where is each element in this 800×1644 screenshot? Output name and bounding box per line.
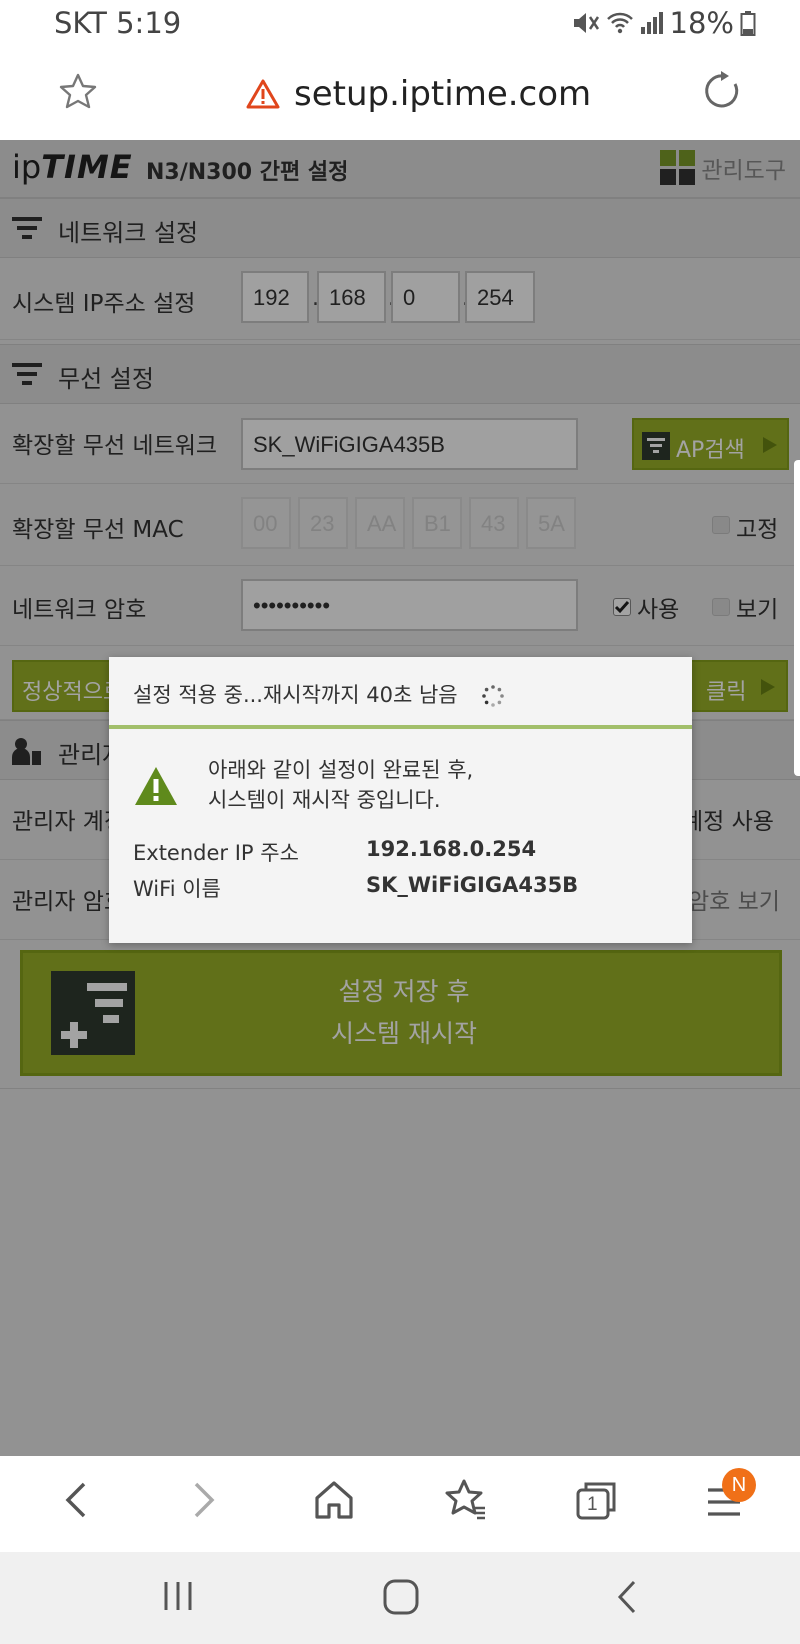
home-button-icon[interactable] (382, 1578, 420, 1616)
wifi-icon (606, 12, 633, 34)
edge-panel-handle[interactable] (794, 460, 800, 776)
home-icon[interactable] (312, 1478, 356, 1522)
browser-url-bar: setup.iptime.com (0, 52, 800, 140)
carrier-time: SKT 5:19 (54, 6, 182, 40)
tabs-button[interactable]: 1 (574, 1478, 618, 1522)
bookmark-star-icon[interactable] (58, 72, 98, 112)
back-icon[interactable] (58, 1478, 94, 1522)
spinner-icon (482, 685, 504, 707)
tabs-count: 1 (587, 1494, 598, 1515)
status-bar: SKT 5:19 18% (0, 0, 800, 52)
notification-badge: N (722, 1468, 756, 1502)
system-back-icon[interactable] (612, 1578, 642, 1616)
warning-icon (246, 79, 280, 109)
system-nav-bar (0, 1552, 800, 1644)
dialog-message-line-2: 시스템이 재시작 중입니다. (208, 788, 441, 812)
extender-ip-key: Extender IP 주소 (133, 841, 299, 865)
web-page: ipTIME N3/N300 간편 설정 관리도구 네트워크 설정 시스템 IP… (0, 140, 800, 1456)
battery-percent: 18% (669, 6, 734, 40)
warning-triangle-icon (135, 767, 177, 805)
forward-icon[interactable] (186, 1478, 222, 1522)
url-text: setup.iptime.com (294, 74, 592, 114)
reload-icon[interactable] (702, 70, 744, 112)
wifi-name-value: SK_WiFiGIGA435B (366, 873, 579, 897)
url-field[interactable]: setup.iptime.com (246, 74, 591, 114)
dialog-title: 설정 적용 중...재시작까지 40초 남음 (133, 683, 458, 707)
battery-icon (740, 11, 756, 36)
mute-icon (573, 13, 599, 33)
signal-icon (640, 12, 663, 34)
extender-ip-value: 192.168.0.254 (366, 837, 537, 861)
recent-apps-icon[interactable] (160, 1578, 196, 1614)
dialog-message-line-1: 아래와 같이 설정이 완료된 후, (208, 758, 474, 782)
wifi-name-key: WiFi 이름 (133, 877, 221, 901)
bookmarks-icon[interactable] (444, 1478, 488, 1522)
browser-bottom-nav: 1 N (0, 1456, 800, 1552)
restart-dialog: 설정 적용 중...재시작까지 40초 남음 아래와 같이 설정이 완료된 후,… (109, 657, 692, 943)
